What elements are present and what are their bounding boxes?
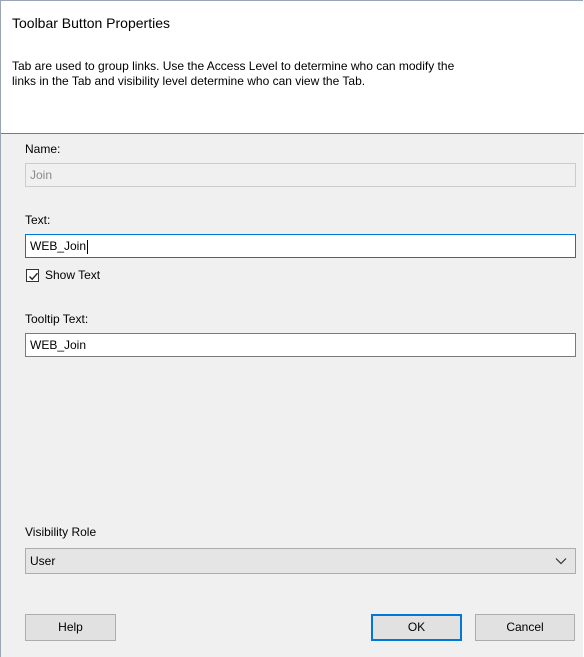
tooltip-label: Tooltip Text: bbox=[25, 312, 89, 326]
visibility-role-value: User bbox=[30, 554, 56, 568]
ok-button[interactable]: OK bbox=[371, 614, 462, 641]
text-label: Text: bbox=[25, 213, 51, 227]
tooltip-field[interactable]: WEB_Join bbox=[25, 333, 576, 357]
show-text-checkbox-row[interactable]: Show Text bbox=[26, 267, 100, 283]
dialog-description: Tab are used to group links. Use the Acc… bbox=[12, 59, 572, 89]
visibility-role-select[interactable]: User bbox=[25, 548, 576, 574]
dialog-title: Toolbar Button Properties bbox=[1, 1, 584, 45]
text-field-value: WEB_Join bbox=[30, 239, 87, 253]
show-text-label: Show Text bbox=[45, 268, 101, 282]
text-field[interactable]: WEB_Join bbox=[25, 234, 576, 258]
chevron-down-icon bbox=[555, 558, 567, 565]
description-line-2: links in the Tab and visibility level de… bbox=[12, 74, 366, 88]
description-line-1: Tab are used to group links. Use the Acc… bbox=[12, 59, 455, 73]
show-text-checkbox[interactable] bbox=[26, 268, 39, 282]
check-icon bbox=[29, 272, 39, 280]
cancel-button[interactable]: Cancel bbox=[475, 614, 575, 641]
help-button[interactable]: Help bbox=[25, 614, 116, 641]
toolbar-button-properties-dialog: Toolbar Button Properties Tab are used t… bbox=[0, 0, 584, 657]
name-field: Join bbox=[25, 163, 576, 187]
name-label: Name: bbox=[25, 142, 61, 156]
visibility-role-label: Visibility Role bbox=[25, 525, 97, 539]
text-cursor bbox=[87, 239, 89, 254]
